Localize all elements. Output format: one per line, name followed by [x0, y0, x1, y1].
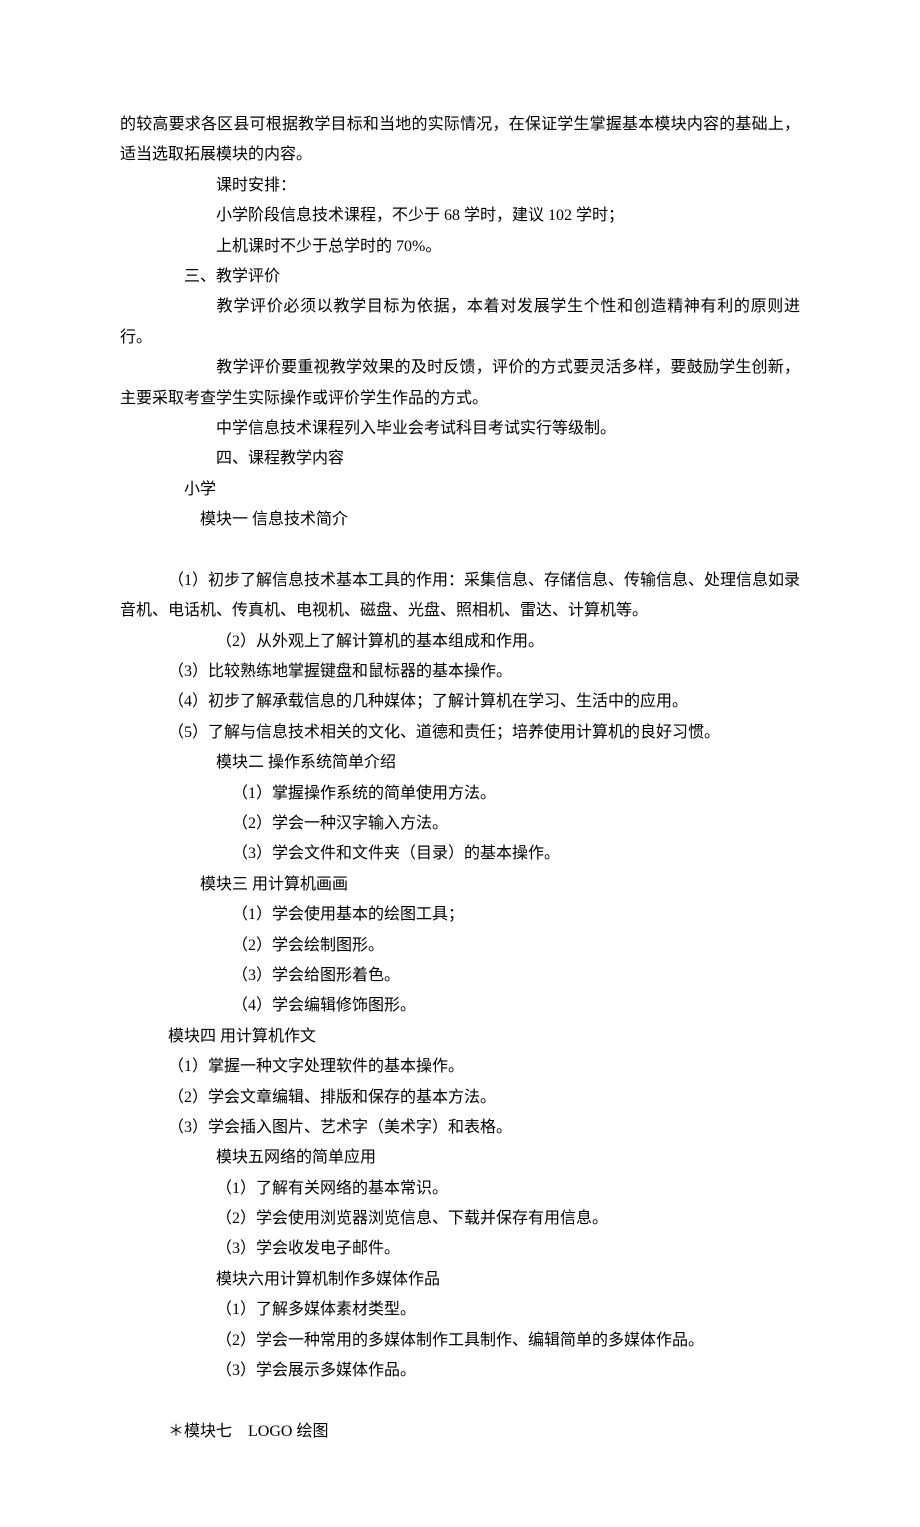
module-7-title: ＊模块七 LOGO 绘图 — [120, 1417, 800, 1447]
module-1-item-3: （3）比较熟练地掌握键盘和鼠标器的基本操作。 — [120, 657, 800, 687]
paragraph-intro: 的较高要求各区县可根据教学目标和当地的实际情况，在保证学生掌握基本模块内容的基础… — [120, 110, 800, 171]
module-2-item-1: （1）掌握操作系统的简单使用方法。 — [120, 779, 800, 809]
module-5-item-3: （3）学会收发电子邮件。 — [120, 1234, 800, 1264]
module-6-item-3: （3）学会展示多媒体作品。 — [120, 1356, 800, 1386]
module-1-item-1-text: （1）初步了解信息技术基本工具的作用：采集信息、存储信息、传输信息、处理信息如录… — [120, 572, 800, 619]
module-6-title: 模块六用计算机制作多媒体作品 — [120, 1265, 800, 1295]
module-3-item-3: （3）学会给图形着色。 — [120, 961, 800, 991]
module-5-item-2: （2）学会使用浏览器浏览信息、下载并保存有用信息。 — [120, 1204, 800, 1234]
module-1-item-4: （4）初步了解承载信息的几种媒体；了解计算机在学习、生活中的应用。 — [120, 687, 800, 717]
module-6-item-1: （1）了解多媒体素材类型。 — [120, 1295, 800, 1325]
module-1-title: 模块一 信息技术简介 — [120, 505, 800, 535]
class-hours-elementary: 小学阶段信息技术课程，不少于 68 学时，建议 102 学时； — [120, 201, 800, 231]
evaluation-para-1: 教学评价必须以教学目标为依据，本着对发展学生个性和创造精神有利的原则进行。 — [120, 292, 800, 353]
class-hours-computer: 上机课时不少于总学时的 70%。 — [120, 232, 800, 262]
class-hours-title: 课时安排： — [120, 171, 800, 201]
module-3-item-2: （2）学会绘制图形。 — [120, 931, 800, 961]
module-2-item-2: （2）学会一种汉字输入方法。 — [120, 809, 800, 839]
section-4-title: 四、课程教学内容 — [120, 444, 800, 474]
module-3-item-1: （1）学会使用基本的绘图工具； — [120, 900, 800, 930]
module-1-item-1: （1）初步了解信息技术基本工具的作用：采集信息、存储信息、传输信息、处理信息如录… — [120, 566, 800, 627]
module-3-item-4: （4）学会编辑修饰图形。 — [120, 991, 800, 1021]
module-2-title: 模块二 操作系统简单介绍 — [120, 748, 800, 778]
evaluation-text-1: 教学评价必须以教学目标为依据，本着对发展学生个性和创造精神有利的原则进行。 — [120, 298, 800, 345]
elementary-title: 小学 — [120, 475, 800, 505]
evaluation-text-2: 教学评价要重视教学效果的及时反馈，评价的方式要灵活多样，要鼓励学生创新，主要采取… — [120, 359, 800, 406]
module-4-item-3: （3）学会插入图片、艺术字（美术字）和表格。 — [120, 1113, 800, 1143]
evaluation-para-2: 教学评价要重视教学效果的及时反馈，评价的方式要灵活多样，要鼓励学生创新，主要采取… — [120, 353, 800, 414]
evaluation-exam: 中学信息技术课程列入毕业会考试科目考试实行等级制。 — [120, 414, 800, 444]
module-4-item-1: （1）掌握一种文字处理软件的基本操作。 — [120, 1052, 800, 1082]
module-3-title: 模块三 用计算机画画 — [120, 870, 800, 900]
section-3-title: 三、教学评价 — [120, 262, 800, 292]
module-1-item-2: （2）从外观上了解计算机的基本组成和作用。 — [120, 627, 800, 657]
module-5-title: 模块五网络的简单应用 — [120, 1143, 800, 1173]
module-6-item-2: （2）学会一种常用的多媒体制作工具制作、编辑简单的多媒体作品。 — [120, 1326, 800, 1356]
module-2-item-3: （3）学会文件和文件夹（目录）的基本操作。 — [120, 839, 800, 869]
module-4-title: 模块四 用计算机作文 — [120, 1022, 800, 1052]
module-5-item-1: （1）了解有关网络的基本常识。 — [120, 1174, 800, 1204]
module-4-item-2: （2）学会文章编辑、排版和保存的基本方法。 — [120, 1083, 800, 1113]
module-1-item-5: （5）了解与信息技术相关的文化、道德和责任；培养使用计算机的良好习惯。 — [120, 718, 800, 748]
